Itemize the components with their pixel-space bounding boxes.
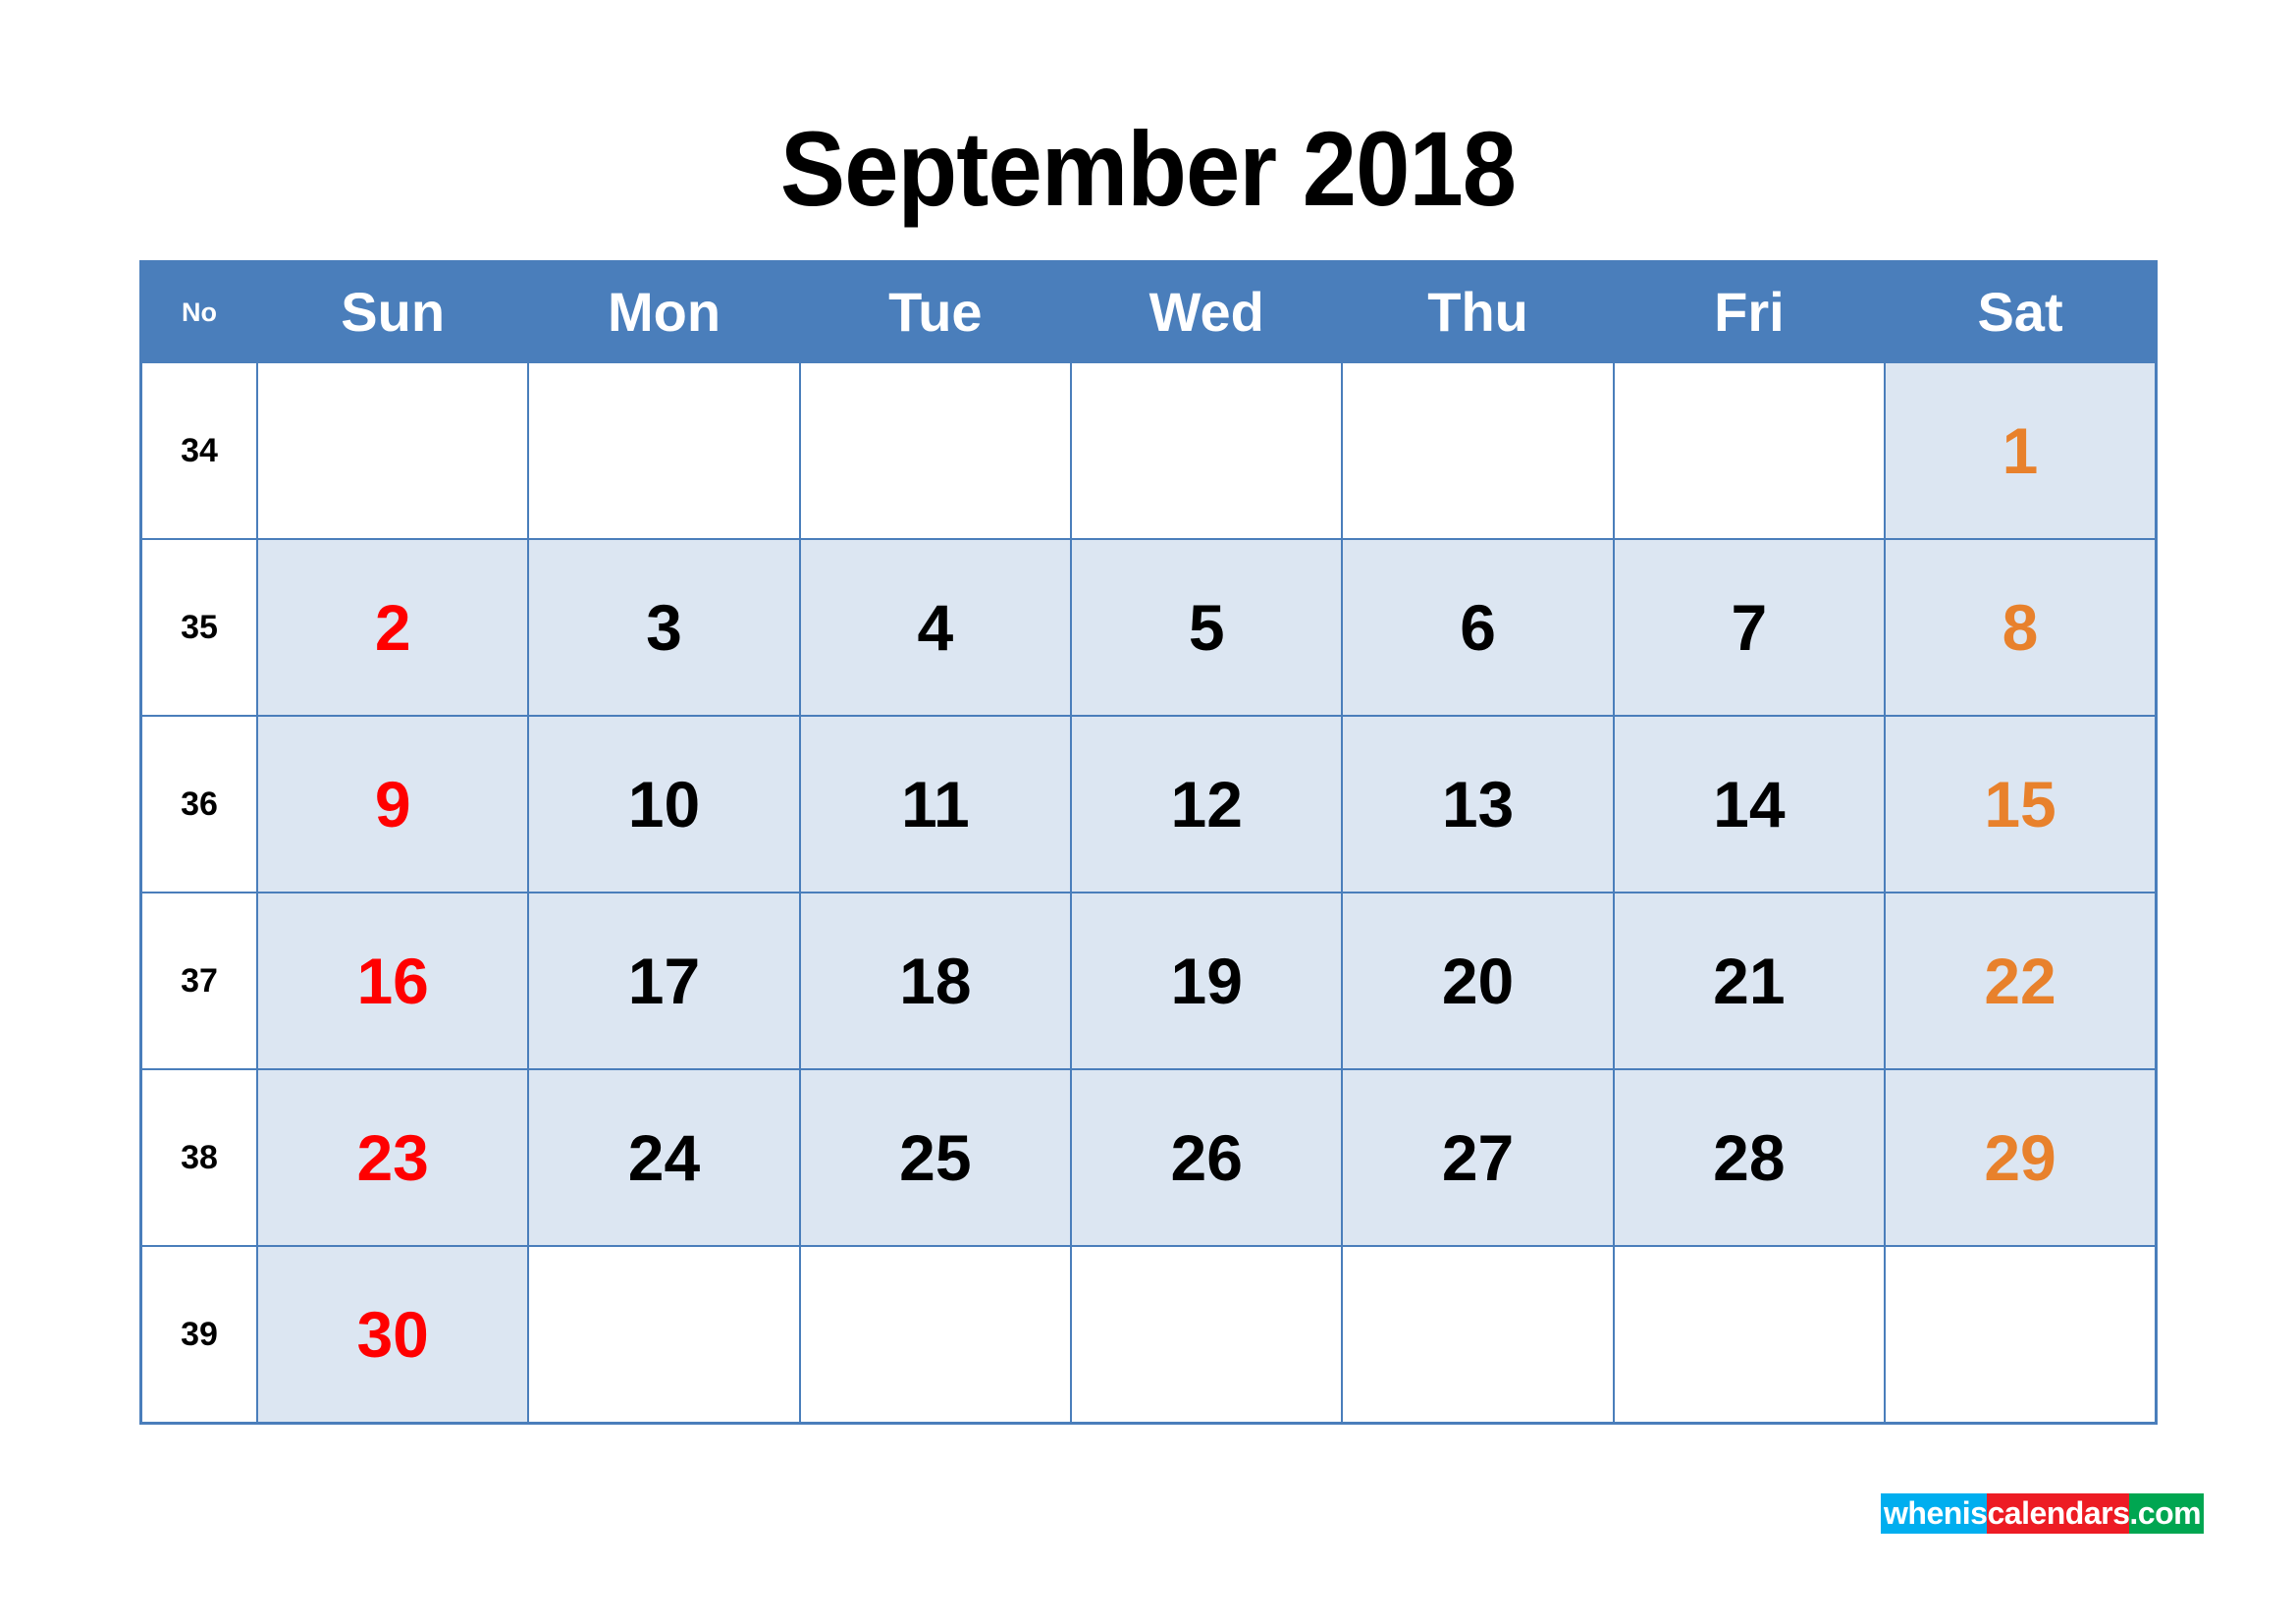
calendar-body: 34 1 35 2 3 4 5 6 7 8 36 9 10 11 12 13 14 15 37 16 17 18 19 20 2…: [139, 361, 2158, 1425]
day-cell-fri[interactable]: 28: [1612, 1068, 1887, 1247]
header-day-sun: Sun: [255, 260, 530, 363]
day-cell-wed[interactable]: 19: [1070, 892, 1344, 1070]
day-cell-sun[interactable]: 16: [255, 892, 530, 1070]
day-cell-sat[interactable]: 8: [1884, 538, 2158, 717]
day-cell-empty: [1612, 1245, 1887, 1425]
day-cell-tue[interactable]: 4: [798, 538, 1073, 717]
header-day-tue: Tue: [798, 260, 1073, 363]
day-cell-empty: [1070, 1245, 1344, 1425]
day-cell-sat[interactable]: 1: [1884, 361, 2158, 540]
day-cell-empty: [1612, 361, 1887, 540]
day-cell-tue[interactable]: 25: [798, 1068, 1073, 1247]
week-number-cell: 35: [139, 538, 258, 717]
calendar-week-row: 36 9 10 11 12 13 14 15: [139, 715, 2158, 893]
day-cell-fri[interactable]: 7: [1612, 538, 1887, 717]
day-cell-thu[interactable]: 27: [1341, 1068, 1615, 1247]
day-cell-mon[interactable]: 10: [527, 715, 801, 893]
day-cell-empty: [1070, 361, 1344, 540]
page-title: September 2018: [779, 109, 1517, 228]
calendar-week-row: 35 2 3 4 5 6 7 8: [139, 538, 2158, 717]
day-cell-mon[interactable]: 3: [527, 538, 801, 717]
day-cell-empty: [527, 1245, 801, 1425]
brand-part-calendars: calendars: [1987, 1493, 2130, 1534]
day-cell-sun[interactable]: 23: [255, 1068, 530, 1247]
day-cell-tue[interactable]: 11: [798, 715, 1073, 893]
day-cell-empty: [1341, 361, 1615, 540]
day-cell-wed[interactable]: 26: [1070, 1068, 1344, 1247]
day-cell-thu[interactable]: 6: [1341, 538, 1615, 717]
day-cell-sat[interactable]: 15: [1884, 715, 2158, 893]
calendar-table: No Sun Mon Tue Wed Thu Fri Sat 34 1 35 2 3 4 5…: [139, 260, 2158, 1425]
day-cell-empty: [798, 1245, 1073, 1425]
calendar-week-row: 39 30: [139, 1245, 2158, 1425]
day-cell-mon[interactable]: 17: [527, 892, 801, 1070]
header-day-wed: Wed: [1070, 260, 1344, 363]
calendar-week-row: 34 1: [139, 361, 2158, 540]
header-row: No Sun Mon Tue Wed Thu Fri Sat: [139, 260, 2158, 363]
day-cell-fri[interactable]: 14: [1612, 715, 1887, 893]
brand-part-whenis: whenis: [1881, 1493, 1988, 1534]
header-day-sat: Sat: [1884, 260, 2158, 363]
header-day-thu: Thu: [1341, 260, 1615, 363]
calendar-week-row: 37 16 17 18 19 20 21 22: [139, 892, 2158, 1070]
day-cell-empty: [1884, 1245, 2158, 1425]
day-cell-sat[interactable]: 29: [1884, 1068, 2158, 1247]
header-week-number: No: [139, 260, 258, 363]
day-cell-tue[interactable]: 18: [798, 892, 1073, 1070]
day-cell-empty: [255, 361, 530, 540]
week-number-cell: 34: [139, 361, 258, 540]
calendar-header: No Sun Mon Tue Wed Thu Fri Sat: [139, 260, 2158, 363]
header-day-mon: Mon: [527, 260, 801, 363]
day-cell-fri[interactable]: 21: [1612, 892, 1887, 1070]
day-cell-sun[interactable]: 9: [255, 715, 530, 893]
day-cell-mon[interactable]: 24: [527, 1068, 801, 1247]
day-cell-thu[interactable]: 20: [1341, 892, 1615, 1070]
week-number-cell: 38: [139, 1068, 258, 1247]
day-cell-sun[interactable]: 2: [255, 538, 530, 717]
week-number-cell: 37: [139, 892, 258, 1070]
brand-part-com: .com: [2129, 1493, 2205, 1534]
calendar-week-row: 38 23 24 25 26 27 28 29: [139, 1068, 2158, 1247]
week-number-cell: 39: [139, 1245, 258, 1425]
day-cell-sun[interactable]: 30: [255, 1245, 530, 1425]
day-cell-wed[interactable]: 5: [1070, 538, 1344, 717]
day-cell-empty: [1341, 1245, 1615, 1425]
header-day-fri: Fri: [1612, 260, 1887, 363]
week-number-cell: 36: [139, 715, 258, 893]
day-cell-wed[interactable]: 12: [1070, 715, 1344, 893]
brand-logo[interactable]: whenis calendars .com: [1881, 1493, 2205, 1534]
day-cell-empty: [527, 361, 801, 540]
day-cell-thu[interactable]: 13: [1341, 715, 1615, 893]
day-cell-sat[interactable]: 22: [1884, 892, 2158, 1070]
day-cell-empty: [798, 361, 1073, 540]
